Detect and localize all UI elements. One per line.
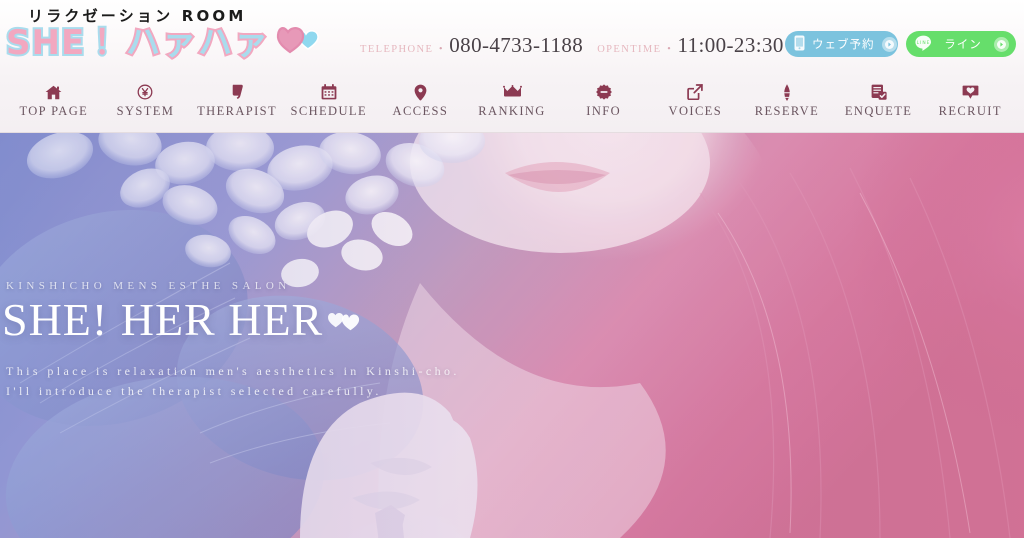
- nav-label: THERAPIST: [197, 104, 278, 118]
- telephone-label: TELEPHONE: [360, 44, 434, 55]
- line-icon: LINE: [915, 35, 932, 54]
- hero-desc-line-2: I'll introduce the therapist selected ca…: [6, 384, 382, 399]
- crown-icon: [502, 84, 522, 100]
- nav-item-recruit[interactable]: RECRUIT: [924, 84, 1016, 119]
- nav-item-ranking[interactable]: RANKING: [466, 84, 558, 119]
- line-button[interactable]: LINE ライン: [906, 31, 1016, 57]
- nav-label: INFO: [586, 104, 622, 118]
- hero-description: This place is relaxation men's aesthetic…: [2, 362, 460, 402]
- web-reservation-label: ウェブ予約: [812, 37, 875, 51]
- nav-label: RESERVE: [754, 104, 820, 118]
- arrow-right-icon: [994, 36, 1009, 52]
- logo-text-kana: ハァハァ: [124, 23, 271, 63]
- mobile-icon: [794, 35, 805, 54]
- calendar-icon: [321, 84, 337, 100]
- opentime-label: OPENTIME: [597, 44, 662, 55]
- heart-bubble-icon: [962, 84, 979, 100]
- logo-text-main: SHE！: [4, 23, 121, 63]
- nav-label: RECRUIT: [938, 104, 1002, 118]
- header-buttons: ウェブ予約 LINE ライン: [785, 31, 1016, 57]
- hero-title-row: SHE! HER HER: [2, 294, 460, 345]
- page-root: リラクゼーション ROOM SHE！ ハァハァ TELEPHONE ・ 080-47…: [0, 0, 1024, 538]
- nav-item-enquete[interactable]: ENQUETE: [833, 84, 925, 119]
- home-icon: [45, 84, 62, 100]
- svg-text:LINE: LINE: [917, 40, 931, 46]
- separator-dot-1: ・: [435, 43, 447, 55]
- nav-item-system[interactable]: SYSTEM: [100, 84, 192, 119]
- contact-info: TELEPHONE ・ 080-4733-1188 OPENTIME ・ 11:00-23…: [360, 33, 784, 58]
- quote-icon: [231, 84, 244, 100]
- nav-item-top-page[interactable]: TOP PAGE: [8, 84, 100, 119]
- nav-label: ENQUETE: [844, 104, 913, 118]
- line-label: ライン: [944, 37, 982, 51]
- double-heart-icon: [276, 26, 322, 60]
- form-icon: [871, 84, 887, 100]
- hero-desc-line-1: This place is relaxation men's aesthetic…: [6, 364, 460, 379]
- nav-item-therapist[interactable]: THERAPIST: [191, 84, 283, 119]
- opentime-value: 11:00-23:30: [677, 33, 784, 57]
- nav-item-reserve[interactable]: RESERVE: [741, 83, 833, 119]
- pen-icon: [782, 83, 792, 101]
- nav-label: RANKING: [478, 104, 546, 118]
- nav-label: TOP PAGE: [19, 104, 89, 118]
- hero-title: SHE! HER HER: [2, 294, 324, 345]
- telephone-number[interactable]: 080-4733-1188: [449, 33, 583, 57]
- site-header: リラクゼーション ROOM SHE！ ハァハァ TELEPHONE ・ 080-47…: [0, 0, 1024, 78]
- web-reservation-button[interactable]: ウェブ予約: [785, 31, 898, 57]
- arrow-right-icon: [881, 36, 897, 52]
- hero-kicker: KINSHICHO MENS ESTHE SALON: [6, 280, 291, 292]
- separator-dot-2: ・: [663, 43, 675, 55]
- map-pin-icon: [414, 84, 427, 100]
- badge-icon: [595, 84, 612, 100]
- nav-item-voices[interactable]: VOICES: [649, 84, 741, 119]
- nav-label: SCHEDULE: [290, 104, 367, 118]
- hero-banner: KINSHICHO MENS ESTHE SALON SHE! HER HER …: [0, 133, 1024, 538]
- yen-coin-icon: [137, 84, 153, 100]
- nav-label: SYSTEM: [116, 104, 175, 118]
- site-logo[interactable]: SHE！ ハァハァ: [4, 23, 322, 63]
- nav-item-access[interactable]: ACCESS: [375, 84, 467, 119]
- nav-label: VOICES: [668, 104, 723, 118]
- heart-icon: [325, 303, 365, 337]
- nav-item-info[interactable]: INFO: [558, 84, 650, 119]
- nav-label: ACCESS: [392, 104, 449, 118]
- hero-text-block: KINSHICHO MENS ESTHE SALON SHE! HER HER …: [0, 280, 460, 402]
- main-navigation: TOP PAGE SYSTEM THERAPIST SCHEDULE ACCES…: [0, 78, 1024, 133]
- external-link-icon: [687, 84, 704, 100]
- nav-item-schedule[interactable]: SCHEDULE: [283, 84, 375, 119]
